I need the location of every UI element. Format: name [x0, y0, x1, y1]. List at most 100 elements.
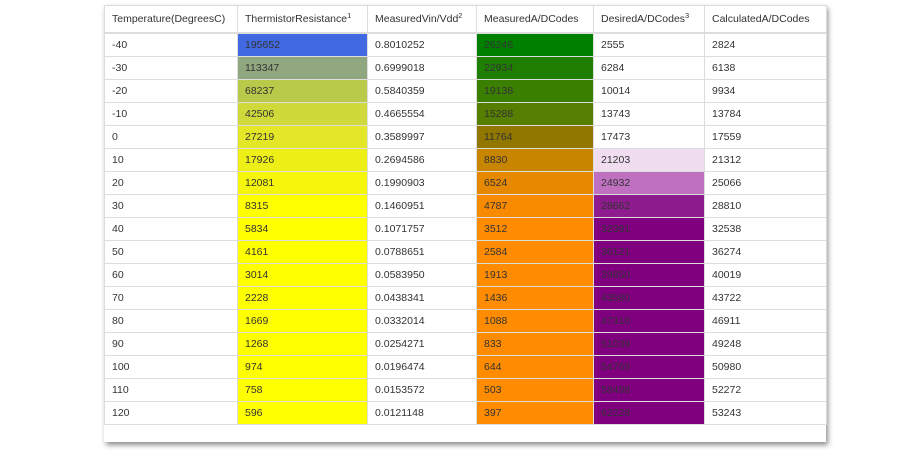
cell-thermistor-resistance: 195652 — [237, 32, 368, 57]
cell-temperature: 70 — [104, 286, 238, 310]
header-thermistor-resistance: ThermistorResistance1 — [237, 5, 368, 34]
cell-temperature: 120 — [104, 401, 238, 425]
table-row: 50 4161 0.0788651 2584 36121 36274 — [104, 240, 827, 264]
table-row: 100 974 0.0196474 644 54769 50980 — [104, 355, 827, 379]
table-row: -10 42506 0.4665554 15288 13743 13784 — [104, 102, 827, 126]
table-row: 60 3014 0.0583950 1913 39850 40019 — [104, 263, 827, 287]
cell-desired-ad-codes: 43580 — [593, 286, 705, 310]
cell-temperature: 90 — [104, 332, 238, 356]
cell-desired-ad-codes: 21203 — [593, 148, 705, 172]
cell-measured-vin-vdd: 0.0583950 — [367, 263, 477, 287]
cell-thermistor-resistance: 2228 — [237, 286, 368, 310]
cell-calculated-ad-codes: 17559 — [704, 125, 827, 149]
cell-calculated-ad-codes: 53243 — [704, 401, 827, 425]
cell-thermistor-resistance: 27219 — [237, 125, 368, 149]
cell-measured-ad-codes: 1436 — [476, 286, 594, 310]
cell-thermistor-resistance: 113347 — [237, 56, 368, 80]
header-measured-ad-codes: MeasuredA/DCodes — [476, 5, 594, 34]
cell-temperature: 40 — [104, 217, 238, 241]
cell-measured-vin-vdd: 0.1071757 — [367, 217, 477, 241]
header-footnote: 3 — [685, 11, 690, 20]
cell-thermistor-resistance: 8315 — [237, 194, 368, 218]
cell-desired-ad-codes: 36121 — [593, 240, 705, 264]
cell-calculated-ad-codes: 36274 — [704, 240, 827, 264]
cell-temperature: -40 — [104, 32, 238, 57]
cell-calculated-ad-codes: 46911 — [704, 309, 827, 333]
cell-calculated-ad-codes: 43722 — [704, 286, 827, 310]
table-body: -40 195652 0.8010252 26246 2555 2824 -30 113347… — [104, 32, 827, 425]
table-row: 40 5834 0.1071757 3512 32391 32538 — [104, 217, 827, 241]
cell-desired-ad-codes: 54769 — [593, 355, 705, 379]
table-row: 80 1669 0.0332014 1088 47310 46911 — [104, 309, 827, 333]
header-temperature: Temperature(DegreesC) — [104, 5, 238, 34]
cell-calculated-ad-codes: 9934 — [704, 79, 827, 103]
cell-temperature: 20 — [104, 171, 238, 195]
cell-measured-vin-vdd: 0.0121148 — [367, 401, 477, 425]
cell-temperature: -30 — [104, 56, 238, 80]
cell-calculated-ad-codes: 28810 — [704, 194, 827, 218]
cell-desired-ad-codes: 6284 — [593, 56, 705, 80]
cell-measured-vin-vdd: 0.1990903 — [367, 171, 477, 195]
cell-desired-ad-codes: 10014 — [593, 79, 705, 103]
header-label: ThermistorResistance — [245, 13, 348, 25]
cell-calculated-ad-codes: 49248 — [704, 332, 827, 356]
cell-measured-ad-codes: 6524 — [476, 171, 594, 195]
cell-measured-ad-codes: 1913 — [476, 263, 594, 287]
cell-temperature: 60 — [104, 263, 238, 287]
cell-calculated-ad-codes: 13784 — [704, 102, 827, 126]
cell-temperature: 10 — [104, 148, 238, 172]
header-row: Temperature(DegreesC) ThermistorResistan… — [104, 5, 827, 34]
table-row: 90 1268 0.0254271 833 51039 49248 — [104, 332, 827, 356]
cell-measured-vin-vdd: 0.0254271 — [367, 332, 477, 356]
cell-thermistor-resistance: 68237 — [237, 79, 368, 103]
table-row: 20 12081 0.1990903 6524 24932 25066 — [104, 171, 827, 195]
cell-desired-ad-codes: 17473 — [593, 125, 705, 149]
cell-temperature: 100 — [104, 355, 238, 379]
cell-measured-vin-vdd: 0.0332014 — [367, 309, 477, 333]
cell-measured-ad-codes: 15288 — [476, 102, 594, 126]
cell-measured-vin-vdd: 0.0788651 — [367, 240, 477, 264]
cell-measured-ad-codes: 26246 — [476, 32, 594, 57]
cell-temperature: 80 — [104, 309, 238, 333]
cell-measured-vin-vdd: 0.2694586 — [367, 148, 477, 172]
cell-measured-vin-vdd: 0.6999018 — [367, 56, 477, 80]
table-row: -20 68237 0.5840359 19138 10014 9934 — [104, 79, 827, 103]
cell-thermistor-resistance: 3014 — [237, 263, 368, 287]
header-calculated-ad-codes: CalculatedA/DCodes — [704, 5, 827, 34]
cell-desired-ad-codes: 62228 — [593, 401, 705, 425]
table-row: 10 17926 0.2694586 8830 21203 21312 — [104, 148, 827, 172]
cell-measured-ad-codes: 397 — [476, 401, 594, 425]
cell-desired-ad-codes: 58498 — [593, 378, 705, 402]
cell-thermistor-resistance: 4161 — [237, 240, 368, 264]
cell-thermistor-resistance: 1268 — [237, 332, 368, 356]
thermistor-table: Temperature(DegreesC) ThermistorResistan… — [104, 5, 827, 425]
cell-desired-ad-codes: 2555 — [593, 32, 705, 57]
cell-thermistor-resistance: 974 — [237, 355, 368, 379]
cell-calculated-ad-codes: 2824 — [704, 32, 827, 57]
cell-measured-vin-vdd: 0.8010252 — [367, 32, 477, 57]
cell-measured-vin-vdd: 0.4665554 — [367, 102, 477, 126]
table-row: 30 8315 0.1460951 4787 28662 28810 — [104, 194, 827, 218]
cell-measured-ad-codes: 19138 — [476, 79, 594, 103]
cell-temperature: 50 — [104, 240, 238, 264]
cell-desired-ad-codes: 13743 — [593, 102, 705, 126]
cell-thermistor-resistance: 5834 — [237, 217, 368, 241]
cell-temperature: 0 — [104, 125, 238, 149]
cell-thermistor-resistance: 17926 — [237, 148, 368, 172]
cell-measured-vin-vdd: 0.3589997 — [367, 125, 477, 149]
header-footnote: 1 — [347, 11, 352, 20]
cell-measured-vin-vdd: 0.1460951 — [367, 194, 477, 218]
cell-thermistor-resistance: 42506 — [237, 102, 368, 126]
header-label: DesiredA/DCodes — [601, 13, 686, 25]
cell-measured-ad-codes: 3512 — [476, 217, 594, 241]
cell-calculated-ad-codes: 40019 — [704, 263, 827, 287]
header-measured-vin-vdd: MeasuredVin/Vdd2 — [367, 5, 477, 34]
cell-calculated-ad-codes: 32538 — [704, 217, 827, 241]
cell-measured-ad-codes: 2584 — [476, 240, 594, 264]
cell-measured-ad-codes: 833 — [476, 332, 594, 356]
header-label: Temperature(DegreesC) — [112, 13, 226, 25]
cell-measured-ad-codes: 644 — [476, 355, 594, 379]
cell-measured-ad-codes: 22934 — [476, 56, 594, 80]
table-row: 70 2228 0.0438341 1436 43580 43722 — [104, 286, 827, 310]
cell-calculated-ad-codes: 6138 — [704, 56, 827, 80]
